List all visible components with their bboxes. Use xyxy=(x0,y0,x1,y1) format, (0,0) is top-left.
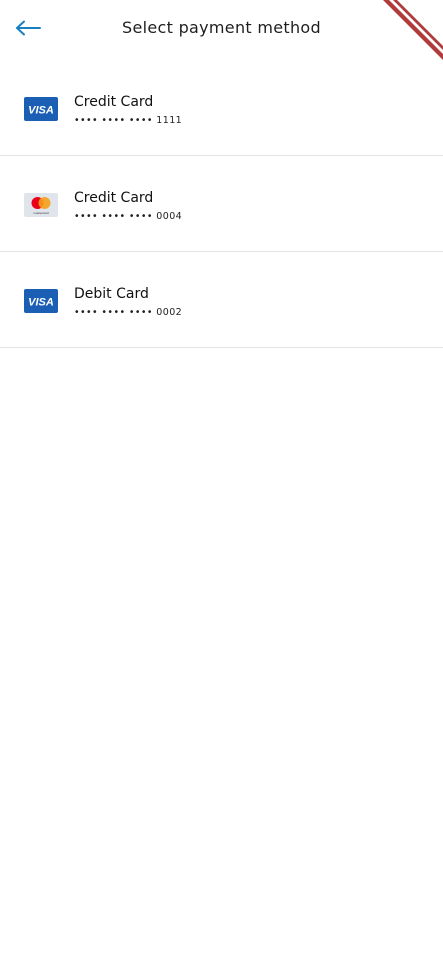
mastercard-icon: mastercard xyxy=(24,193,58,217)
svg-text:VISA: VISA xyxy=(28,297,54,309)
payment-method-item[interactable]: VISA Credit Card •••• •••• •••• 1111 xyxy=(0,60,443,156)
app-bar: Select payment method xyxy=(0,0,443,60)
payment-method-title: Credit Card xyxy=(74,94,154,110)
masked-card-number: •••• •••• •••• 0004 xyxy=(74,211,183,222)
masked-card-number: •••• •••• •••• 1111 xyxy=(74,115,183,126)
svg-text:VISA: VISA xyxy=(28,105,54,117)
svg-text:mastercard: mastercard xyxy=(33,211,48,215)
debug-banner xyxy=(383,0,443,60)
payment-method-list: VISA Credit Card •••• •••• •••• 1111 mas… xyxy=(0,60,443,348)
page-title: Select payment method xyxy=(122,18,321,37)
payment-method-item[interactable]: mastercard Credit Card •••• •••• •••• 00… xyxy=(0,156,443,252)
payment-method-title: Credit Card xyxy=(74,190,154,206)
masked-card-number: •••• •••• •••• 0002 xyxy=(74,307,183,318)
payment-method-title: Debit Card xyxy=(74,286,149,302)
visa-icon: VISA xyxy=(24,97,58,121)
payment-method-item[interactable]: VISA Debit Card •••• •••• •••• 0002 xyxy=(0,252,443,348)
visa-icon: VISA xyxy=(24,289,58,313)
